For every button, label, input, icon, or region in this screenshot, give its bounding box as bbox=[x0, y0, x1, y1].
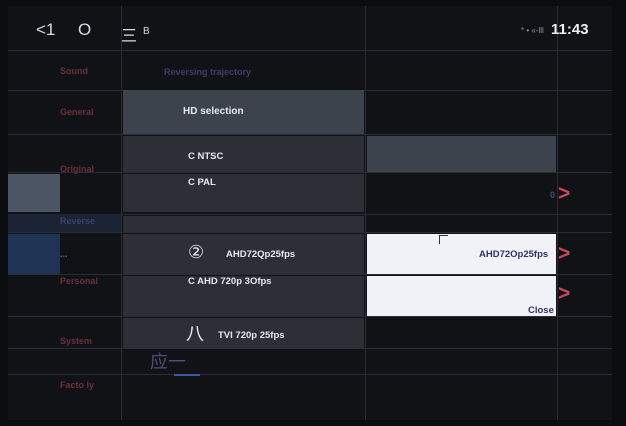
grid-line bbox=[8, 348, 612, 349]
option-label: AHD72Qp25fps bbox=[226, 249, 296, 260]
option-label: TVI 720p 25fps bbox=[218, 330, 285, 341]
option-pal[interactable]: C PAL bbox=[123, 174, 364, 212]
right-row-highlight bbox=[367, 136, 556, 172]
grid-line bbox=[8, 50, 612, 51]
option-label: C NTSC bbox=[188, 151, 224, 162]
sidebar-item-system[interactable]: System bbox=[60, 336, 92, 346]
corner-bracket-icon bbox=[439, 235, 448, 244]
sidebar-item-general[interactable]: General bbox=[60, 107, 94, 117]
sidebar-selected-block bbox=[8, 234, 60, 274]
status-b-label: B bbox=[143, 26, 150, 37]
close-button[interactable]: Close bbox=[528, 305, 554, 316]
sidebar-item-original[interactable]: Original bbox=[60, 164, 94, 174]
status-bar: <1 O 三 B * • «-lll 11:43 bbox=[8, 6, 612, 50]
grid-line bbox=[365, 6, 366, 420]
screen: <1 O 三 B * • «-lll 11:43 Sound General O… bbox=[8, 6, 612, 420]
chevron-right-icon[interactable]: > bbox=[558, 242, 570, 266]
grid-line bbox=[8, 274, 612, 275]
grid-line bbox=[8, 172, 612, 173]
value-zero: 0 bbox=[550, 190, 556, 200]
sidebar-item-factory[interactable]: Facto ly bbox=[60, 380, 94, 390]
page-title: Reversing trajectory bbox=[164, 67, 252, 77]
option-ahd-720p-30fps[interactable]: C AHD 720p 3Ofps bbox=[123, 276, 364, 316]
sidebar-item-reverse[interactable]: Reverse bbox=[60, 216, 95, 226]
sidebar-item-ellipsis[interactable]: ... bbox=[60, 249, 68, 259]
chevron-right-icon[interactable]: > bbox=[558, 282, 570, 306]
option-label: C AHD 720p 3Ofps bbox=[188, 276, 272, 287]
grid-line bbox=[557, 6, 558, 420]
option-ahd-720p-25fps[interactable]: ② AHD72Qp25fps bbox=[123, 234, 364, 274]
option-label: HD selection bbox=[183, 106, 244, 117]
signal-icon: * • «-lll bbox=[521, 26, 544, 35]
bottom-underline bbox=[174, 374, 200, 376]
close-panel[interactable]: Close bbox=[367, 276, 556, 316]
grid-line bbox=[8, 134, 612, 135]
sidebar-item-personal[interactable]: Personal bbox=[60, 276, 98, 286]
home-button[interactable]: O bbox=[78, 20, 91, 40]
grid-line bbox=[8, 374, 612, 375]
radio-icon: ② bbox=[188, 242, 205, 262]
selected-value: AHD72Op25fps bbox=[479, 249, 549, 260]
grid-line bbox=[121, 6, 122, 420]
selected-value-panel[interactable]: AHD72Op25fps bbox=[367, 234, 556, 274]
grid-line bbox=[8, 232, 612, 233]
chevron-right-icon[interactable]: > bbox=[558, 182, 570, 206]
back-button[interactable]: <1 bbox=[36, 20, 55, 40]
sidebar-highlight-block bbox=[8, 174, 60, 212]
sidebar-item-sound[interactable]: Sound bbox=[60, 66, 88, 76]
option-row-divider bbox=[123, 216, 364, 232]
option-tvi-720p-25fps[interactable]: 八 TVI 720p 25fps bbox=[123, 318, 364, 348]
clock: 11:43 bbox=[551, 21, 589, 38]
option-label: C PAL bbox=[188, 177, 216, 188]
option-ntsc[interactable]: C NTSC bbox=[123, 136, 364, 172]
radio-icon: 八 bbox=[186, 324, 204, 344]
grid-line bbox=[8, 316, 612, 317]
bottom-glyph: 应一 bbox=[150, 352, 186, 372]
option-hd-selection[interactable]: HD selection bbox=[123, 90, 364, 134]
menu-icon[interactable]: 三 bbox=[121, 22, 137, 46]
